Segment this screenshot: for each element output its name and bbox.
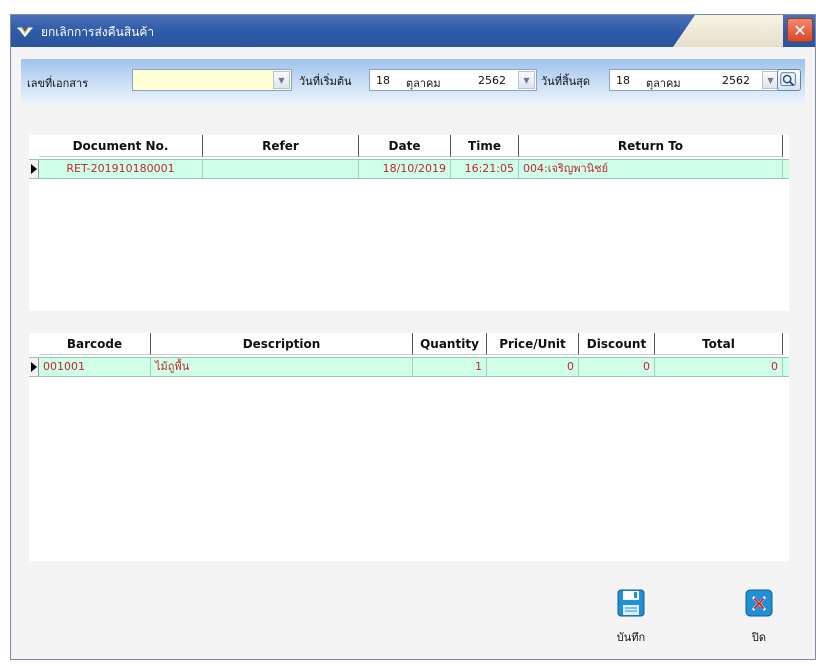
start-date-picker[interactable]: 18 ตุลาคม 2562 ▼	[369, 69, 537, 91]
end-date-month: ตุลาคม	[646, 77, 681, 90]
col-price-unit[interactable]: Price/Unit	[487, 333, 579, 355]
end-date-label: วันที่สิ้นสุด	[541, 75, 591, 88]
save-floppy-icon	[617, 589, 645, 617]
col-quantity[interactable]: Quantity	[413, 333, 487, 355]
col-discount[interactable]: Discount	[579, 333, 655, 355]
close-label: ปิด	[751, 631, 767, 644]
close-button[interactable]: ปิด	[729, 587, 789, 646]
documents-grid[interactable]: Document No. Refer Date Time Return To R…	[29, 135, 789, 311]
document-no-combo[interactable]: ▼	[132, 69, 292, 91]
save-button[interactable]: บันทึก	[601, 587, 661, 646]
row-indicator-icon	[29, 160, 39, 178]
col-date[interactable]: Date	[359, 135, 451, 157]
col-return-to[interactable]: Return To	[519, 135, 783, 157]
col-refer[interactable]: Refer	[203, 135, 359, 157]
cell-barcode: 001001	[39, 358, 151, 376]
cell-total: 0	[655, 358, 783, 376]
col-total[interactable]: Total	[655, 333, 783, 355]
end-date-year: 2562	[722, 74, 750, 87]
start-date-day: 18	[376, 74, 390, 87]
window-title: ยกเลิกการส่งคืนสินค้า	[41, 25, 155, 39]
col-barcode[interactable]: Barcode	[39, 333, 151, 355]
documents-grid-header: Document No. Refer Date Time Return To	[29, 135, 789, 157]
chevron-down-icon: ▼	[523, 76, 530, 85]
title-bar-tail	[673, 15, 783, 47]
start-date-year: 2562	[478, 74, 506, 87]
start-date-month: ตุลาคม	[406, 77, 441, 90]
document-no-dropdown-button[interactable]: ▼	[273, 71, 290, 89]
end-date-day: 18	[616, 74, 630, 87]
end-date-picker[interactable]: 18 ตุลาคม 2562 ▼	[609, 69, 781, 91]
chevron-down-icon: ▼	[278, 75, 285, 85]
cell-return-to: 004:เจริญพานิชย์	[519, 160, 783, 178]
search-icon	[780, 72, 796, 87]
table-row[interactable]: RET-201910180001 18/10/2019 16:21:05 004…	[29, 159, 789, 179]
search-button[interactable]	[777, 69, 801, 91]
cell-date: 18/10/2019	[359, 160, 451, 178]
cell-time: 16:21:05	[451, 160, 519, 178]
cell-quantity: 1	[413, 358, 487, 376]
cell-document-no: RET-201910180001	[39, 160, 203, 178]
filter-bar: เลขที่เอกสาร ▼ วันที่เริ่มต้น 18 ตุลาคม …	[21, 59, 805, 103]
items-grid[interactable]: Barcode Description Quantity Price/Unit …	[29, 333, 789, 561]
document-no-label: เลขที่เอกสาร	[27, 77, 89, 90]
cell-description: ไม้ถูพื้น	[151, 358, 413, 376]
footer-actions: บันทึก ปิด	[11, 563, 815, 649]
start-date-dropdown-button[interactable]: ▼	[518, 71, 535, 89]
window-close-button[interactable]: ✕	[787, 18, 813, 42]
cancel-return-window: ยกเลิกการส่งคืนสินค้า ✕ เลขที่เอกสาร ▼ ว…	[10, 14, 816, 660]
cell-discount: 0	[579, 358, 655, 376]
col-document-no[interactable]: Document No.	[39, 135, 203, 157]
title-bar: ยกเลิกการส่งคืนสินค้า ✕	[11, 15, 815, 47]
chevron-down-icon: ▼	[767, 76, 774, 85]
save-label: บันทึก	[616, 631, 646, 644]
cell-refer	[203, 160, 359, 178]
table-row[interactable]: 001001 ไม้ถูพื้น 1 0 0 0	[29, 357, 789, 377]
col-description[interactable]: Description	[151, 333, 413, 355]
app-bird-icon	[17, 26, 33, 37]
close-x-icon	[745, 589, 773, 617]
col-time[interactable]: Time	[451, 135, 519, 157]
cell-price-unit: 0	[487, 358, 579, 376]
row-indicator-icon	[29, 358, 39, 376]
start-date-label: วันที่เริ่มต้น	[299, 75, 352, 88]
items-grid-header: Barcode Description Quantity Price/Unit …	[29, 333, 789, 355]
